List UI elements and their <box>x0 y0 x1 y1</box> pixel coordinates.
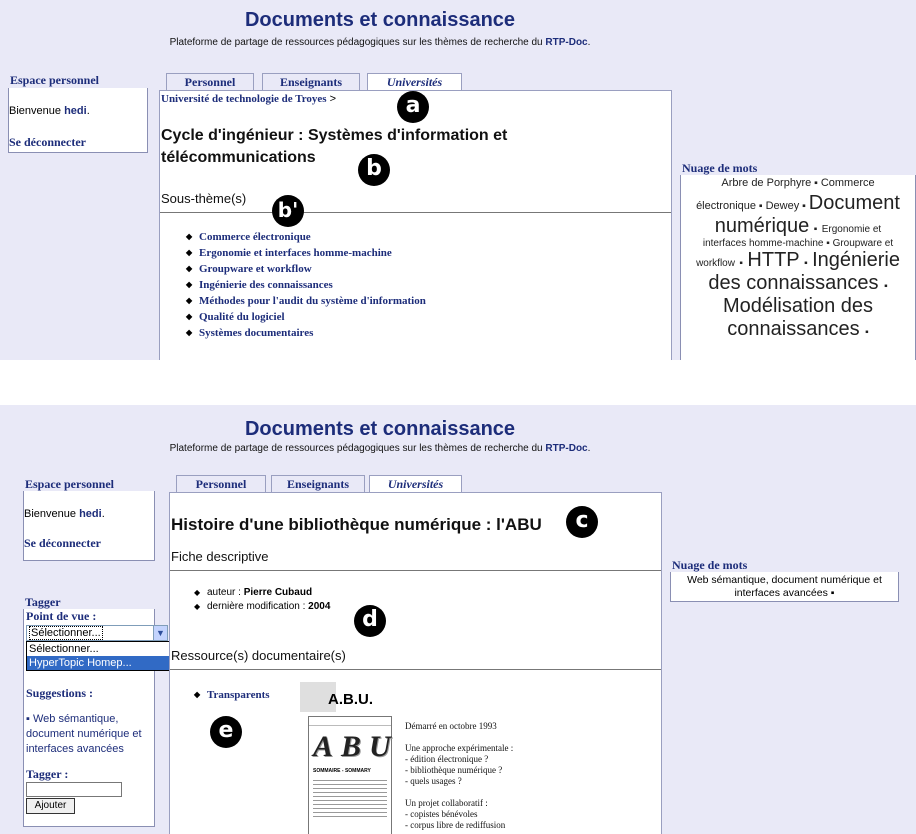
welcome-text: Bienvenue hedi. <box>9 105 90 117</box>
main-panel-bottom: Histoire d'une bibliothèque numérique : … <box>169 492 662 834</box>
tab-personnel[interactable]: Personnel <box>166 73 254 91</box>
pov-select[interactable]: Sélectionner... ▼ <box>26 625 168 641</box>
cloud-word[interactable]: Commerce <box>821 177 875 189</box>
cloud-word[interactable]: numérique <box>715 215 810 237</box>
page-title: Histoire d'une bibliothèque numérique : … <box>171 515 542 534</box>
divider <box>170 669 661 670</box>
thumb-title: A.B.U. <box>328 691 373 708</box>
marker-e: e <box>210 716 242 748</box>
cloud-word[interactable]: Web sémantique, document numérique et <box>671 574 898 587</box>
site-title: Documents et connaissance <box>244 9 516 31</box>
subtheme-item[interactable]: Qualité du logiciel <box>186 309 426 325</box>
cloud-word[interactable]: workflow <box>696 258 735 269</box>
marker-b-prime: b' <box>272 195 304 227</box>
subtheme-item[interactable]: Commerce électronique <box>186 229 426 245</box>
username: hedi <box>64 105 87 117</box>
cloud-word[interactable]: HTTP <box>747 249 799 271</box>
tab-enseignants[interactable]: Enseignants <box>271 475 365 493</box>
cloud-word[interactable]: électronique <box>696 200 756 212</box>
word-cloud: Web sémantique, document numérique et in… <box>671 574 898 600</box>
dropdown-option-selected[interactable]: HyperTopic Homep... <box>27 656 173 670</box>
site-title: Documents et connaissance <box>244 418 516 440</box>
cloud-word[interactable]: Groupware et <box>833 238 894 249</box>
thumb-big-letters: ABU <box>313 730 399 763</box>
pov-label: Point de vue : <box>26 609 97 623</box>
logout-link[interactable]: Se déconnecter <box>9 135 86 150</box>
top-screenshot: Documents et connaissance Plateforme de … <box>0 0 916 360</box>
subthemes-list: Commerce électronique Ergonomie et inter… <box>186 229 426 341</box>
modification-item: dernière modification : 2004 <box>194 600 330 614</box>
cloud-word[interactable]: des connaissances <box>708 272 878 294</box>
cloud-word[interactable]: Document <box>809 192 900 214</box>
cloud-word[interactable]: Ergonomie et <box>822 224 881 235</box>
espace-personnel-box: Bienvenue hedi. Se déconnecter <box>8 88 148 153</box>
dropdown-option[interactable]: Sélectionner... <box>27 642 173 656</box>
bottom-screenshot: Documents et connaissance Plateforme de … <box>0 405 916 834</box>
subtheme-item[interactable]: Systèmes documentaires <box>186 325 426 341</box>
resources-title: Ressource(s) documentaire(s) <box>171 648 346 663</box>
site-subtitle: Plateforme de partage de ressources péda… <box>169 37 591 48</box>
subtheme-item[interactable]: Ergonomie et interfaces homme-machine <box>186 245 426 261</box>
divider <box>170 570 661 571</box>
tab-enseignants[interactable]: Enseignants <box>262 73 360 91</box>
breadcrumb-utt-link[interactable]: Université de technologie de Troyes <box>161 93 327 105</box>
subtheme-item[interactable]: Méthodes pour l'audit du système d'infor… <box>186 293 426 309</box>
logout-link[interactable]: Se déconnecter <box>24 536 101 551</box>
main-panel-top: Université de technologie de Troyes > Cy… <box>159 90 672 360</box>
tagger-label: Tagger : <box>26 767 69 781</box>
marker-a: a <box>397 91 429 123</box>
breadcrumb: Université de technologie de Troyes > <box>161 93 337 105</box>
username: hedi <box>79 508 102 520</box>
author-item: auteur : Pierre Cubaud <box>194 586 330 600</box>
suggestions-label: Suggestions : <box>26 686 94 700</box>
tab-universites[interactable]: Universités <box>367 73 462 91</box>
rtp-doc-link[interactable]: RTP-Doc <box>545 443 587 454</box>
pov-dropdown: Sélectionner... HyperTopic Homep... <box>26 641 174 671</box>
cloud-word[interactable]: interfaces avancées <box>734 587 827 599</box>
site-subtitle: Plateforme de partage de ressources péda… <box>169 443 591 454</box>
thumb-text: Démarré en octobre 1993 Une approche exp… <box>405 721 514 830</box>
cloud-word[interactable]: connaissances <box>727 318 859 340</box>
subthemes-title: Sous-thème(s) <box>161 191 247 206</box>
marker-b: b <box>358 154 390 186</box>
espace-personnel-box: Bienvenue hedi. Se déconnecter <box>23 491 155 561</box>
tagger-box: Point de vue : Sélectionner... ▼ Sélecti… <box>23 609 174 827</box>
suggestion-item[interactable]: ▪ Web sémantique, document numérique et … <box>26 712 154 757</box>
word-cloud-box: Web sémantique, document numérique et in… <box>670 572 899 602</box>
tag-input[interactable] <box>26 782 122 797</box>
cloud-word[interactable]: interfaces homme-machine <box>703 238 824 249</box>
chevron-down-icon[interactable]: ▼ <box>153 626 167 640</box>
add-tag-button[interactable]: Ajouter <box>26 798 75 814</box>
subtheme-item[interactable]: Ingénierie des connaissances <box>186 277 426 293</box>
resources-list: Transparents <box>194 687 270 703</box>
word-cloud-box: Arbre de Porphyre ▪ Commerce électroniqu… <box>680 175 916 360</box>
subtheme-item[interactable]: Groupware et workflow <box>186 261 426 277</box>
marker-c: c <box>566 506 598 538</box>
slide-thumbnail[interactable]: ABU SOMMAIRE - SOMMARY <box>308 716 392 834</box>
cloud-word[interactable]: Ingénierie <box>812 249 900 271</box>
cloud-word[interactable]: Arbre de Porphyre <box>721 177 811 189</box>
fiche-title: Fiche descriptive <box>171 549 269 564</box>
welcome-text: Bienvenue hedi. <box>24 508 105 520</box>
marker-d: d <box>354 605 386 637</box>
tab-universites[interactable]: Universités <box>369 475 462 493</box>
word-cloud: Arbre de Porphyre ▪ Commerce électroniqu… <box>681 177 915 341</box>
espace-personnel-title: Espace personnel <box>8 73 148 89</box>
divider <box>160 212 671 213</box>
transparents-link[interactable]: Transparents <box>194 687 270 703</box>
fiche-list: auteur : Pierre Cubaud dernière modifica… <box>194 586 330 614</box>
cloud-word[interactable]: Dewey <box>766 200 800 212</box>
tab-personnel[interactable]: Personnel <box>176 475 266 493</box>
rtp-doc-link[interactable]: RTP-Doc <box>545 37 587 48</box>
cloud-word[interactable]: Modélisation des <box>681 295 915 318</box>
